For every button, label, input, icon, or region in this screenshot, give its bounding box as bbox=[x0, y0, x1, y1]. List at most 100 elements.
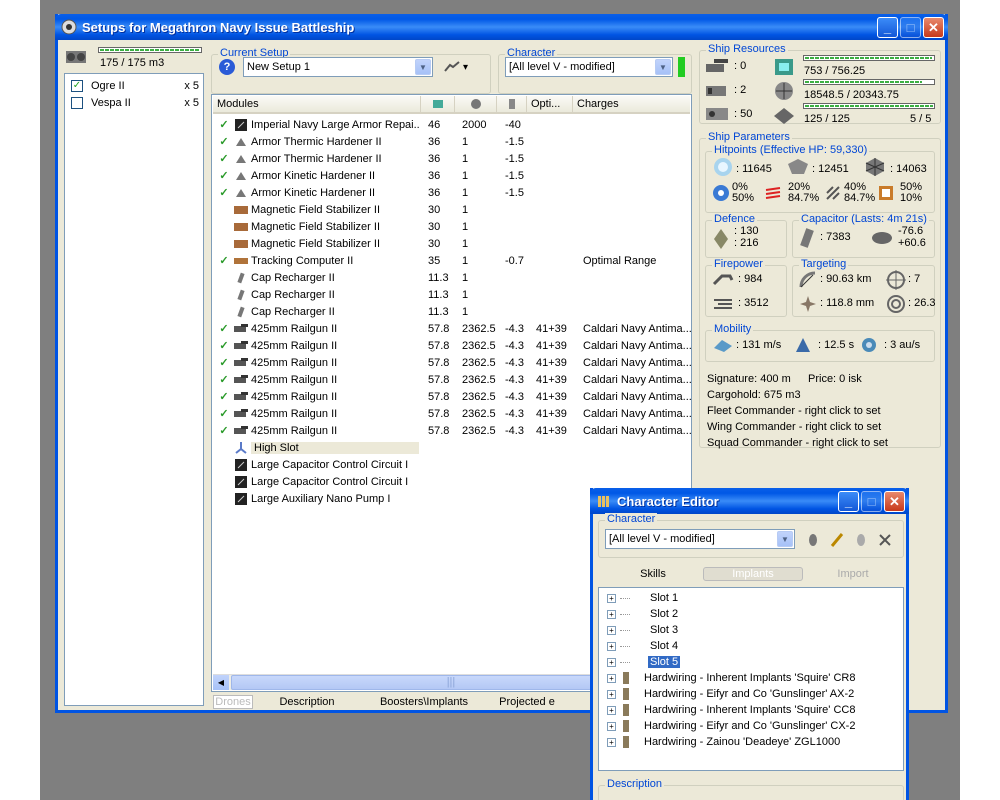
drone-item[interactable]: ✓ Ogre II x 5 bbox=[71, 78, 199, 94]
module-active-check[interactable]: ✓ bbox=[217, 424, 231, 437]
module-row[interactable]: ✓ Tracking Computer II 35 1 -0.7 Optimal Rang… bbox=[213, 252, 691, 269]
fleet-commander[interactable]: Fleet Commander - right click to set bbox=[707, 405, 881, 417]
implant-tree-node[interactable]: + Hardwiring - Eifyr and Co 'Gunslinger' … bbox=[607, 686, 856, 702]
module-active-check[interactable]: ✓ bbox=[217, 152, 231, 165]
module-row[interactable]: ✓ Imperial Navy Large Armor Repai... 46 200… bbox=[213, 116, 691, 133]
col-optimal[interactable]: Opti... bbox=[527, 96, 573, 112]
implant-tree-node[interactable]: + Slot 3 bbox=[607, 622, 680, 638]
implant-tree-node[interactable]: + Hardwiring - Zainou 'Deadeye' ZGL1000 bbox=[607, 734, 842, 750]
module-row[interactable]: ✓ 425mm Railgun II 57.8 2362.5 -4.3 41+39 Cald… bbox=[213, 371, 691, 388]
module-active-check[interactable]: ✓ bbox=[217, 339, 231, 352]
copy-character-icon[interactable] bbox=[853, 532, 869, 551]
module-active-check[interactable]: ✓ bbox=[217, 254, 231, 267]
help-icon[interactable]: ? bbox=[219, 59, 235, 75]
expand-icon[interactable]: + bbox=[607, 689, 616, 699]
module-active-check[interactable]: ✓ bbox=[217, 407, 231, 420]
col-modules[interactable]: Modules bbox=[213, 96, 421, 112]
squad-commander[interactable]: Squad Commander - right click to set bbox=[707, 437, 888, 449]
module-row[interactable]: ✓ Armor Kinetic Hardener II 36 1 -1.5 bbox=[213, 184, 691, 201]
implant-tree-node[interactable]: + Hardwiring - Inherent Implants 'Squire'… bbox=[607, 670, 857, 686]
module-row[interactable]: ✓ 425mm Railgun II 57.8 2362.5 -4.3 41+39 Cald… bbox=[213, 405, 691, 422]
module-active-check[interactable]: ✓ bbox=[217, 390, 231, 403]
expand-icon[interactable]: + bbox=[607, 609, 616, 619]
col-powergrid-icon[interactable] bbox=[455, 96, 497, 112]
module-icon bbox=[233, 492, 249, 506]
module-row[interactable]: ✓ Armor Kinetic Hardener II 36 1 -1.5 bbox=[213, 167, 691, 184]
tab-boosters-implants[interactable]: Boosters\Implants bbox=[361, 696, 487, 708]
module-row[interactable]: Magnetic Field Stabilizer II 30 1 bbox=[213, 218, 691, 235]
implant-tree-node[interactable]: + Slot 4 bbox=[607, 638, 680, 654]
implant-tree-node[interactable]: + Slot 2 bbox=[607, 606, 680, 622]
implant-tree-node[interactable]: + Slot 5 bbox=[607, 654, 681, 670]
module-row[interactable]: ✓ 425mm Railgun II 57.8 2362.5 -4.3 41+39 Cald… bbox=[213, 388, 691, 405]
module-row[interactable]: Cap Recharger II 11.3 1 bbox=[213, 269, 691, 286]
chevron-down-icon[interactable]: ▼ bbox=[777, 531, 793, 547]
wing-commander[interactable]: Wing Commander - right click to set bbox=[707, 421, 881, 433]
rename-character-icon[interactable] bbox=[829, 532, 845, 551]
minimize-button[interactable]: _ bbox=[877, 17, 898, 38]
tab-skills[interactable]: Skills bbox=[603, 568, 703, 580]
character-editor-titlebar[interactable]: Character Editor _ □ ✕ bbox=[590, 488, 909, 514]
expand-icon[interactable]: + bbox=[607, 737, 616, 747]
expand-icon[interactable]: + bbox=[607, 625, 616, 635]
checkbox-checked[interactable]: ✓ bbox=[71, 80, 83, 92]
module-row[interactable]: ✓ 425mm Railgun II 57.8 2362.5 -4.3 41+39 Cald… bbox=[213, 337, 691, 354]
module-row[interactable]: Magnetic Field Stabilizer II 30 1 bbox=[213, 201, 691, 218]
close-button[interactable]: ✕ bbox=[923, 17, 944, 38]
delete-character-icon[interactable] bbox=[877, 532, 893, 551]
expand-icon[interactable]: + bbox=[607, 721, 616, 731]
expand-icon[interactable]: + bbox=[607, 641, 616, 651]
checkbox-unchecked[interactable] bbox=[71, 97, 83, 109]
maximize-button[interactable]: □ bbox=[861, 491, 882, 512]
character-select[interactable]: [All level V - modified] ▼ bbox=[505, 57, 673, 77]
dps-icon bbox=[712, 270, 734, 293]
module-row[interactable]: Cap Recharger II 11.3 1 bbox=[213, 303, 691, 320]
module-row[interactable]: ✓ 425mm Railgun II 57.8 2362.5 -4.3 41+39 Cald… bbox=[213, 320, 691, 337]
chevron-down-icon[interactable]: ▼ bbox=[655, 59, 671, 75]
module-row[interactable]: Cap Recharger II 11.3 1 bbox=[213, 286, 691, 303]
col-cpu-icon[interactable] bbox=[421, 96, 455, 112]
minimize-button[interactable]: _ bbox=[838, 491, 859, 512]
maximize-button[interactable]: □ bbox=[900, 17, 921, 38]
module-row[interactable]: Magnetic Field Stabilizer II 30 1 bbox=[213, 235, 691, 252]
close-button[interactable]: ✕ bbox=[884, 491, 905, 512]
tab-description[interactable]: Description bbox=[253, 696, 361, 708]
setup-options-button[interactable]: ▾ bbox=[444, 59, 474, 75]
ce-character-select[interactable]: [All level V - modified] ▼ bbox=[605, 529, 795, 549]
col-capacitor-icon[interactable] bbox=[497, 96, 527, 112]
implant-tree-node[interactable]: + Slot 1 bbox=[607, 590, 680, 606]
module-active-check[interactable]: ✓ bbox=[217, 373, 231, 386]
defence-value-1: : 130 bbox=[734, 225, 759, 237]
module-row[interactable]: ✓ 425mm Railgun II 57.8 2362.5 -4.3 41+39 Cald… bbox=[213, 354, 691, 371]
drone-qty: x 5 bbox=[184, 80, 199, 92]
module-active-check[interactable]: ✓ bbox=[217, 135, 231, 148]
module-active-check[interactable]: ✓ bbox=[217, 356, 231, 369]
chevron-down-icon[interactable]: ▼ bbox=[415, 59, 431, 75]
module-active-check[interactable]: ✓ bbox=[217, 186, 231, 199]
scroll-left-button[interactable]: ◀ bbox=[213, 675, 229, 690]
implant-tree-node[interactable]: + Hardwiring - Inherent Implants 'Squire'… bbox=[607, 702, 857, 718]
tab-implants[interactable]: Implants bbox=[703, 567, 803, 581]
module-row[interactable]: Large Capacitor Control Circuit I bbox=[213, 456, 691, 473]
tab-import[interactable]: Import bbox=[803, 568, 903, 580]
module-active-check[interactable]: ✓ bbox=[217, 322, 231, 335]
module-row[interactable]: High Slot bbox=[213, 439, 691, 456]
module-active-check[interactable]: ✓ bbox=[217, 169, 231, 182]
expand-icon[interactable]: + bbox=[607, 705, 616, 715]
setup-select[interactable]: New Setup 1 ▼ bbox=[243, 57, 433, 77]
tab-projected[interactable]: Projected e bbox=[487, 696, 567, 708]
tab-drones[interactable]: Drones bbox=[213, 695, 253, 709]
module-icon bbox=[233, 118, 249, 132]
implant-tree-node[interactable]: + Hardwiring - Eifyr and Co 'Gunslinger' … bbox=[607, 718, 857, 734]
expand-icon[interactable]: + bbox=[607, 593, 616, 603]
expand-icon[interactable]: + bbox=[607, 657, 616, 667]
setups-titlebar[interactable]: Setups for Megathron Navy Issue Battlesh… bbox=[55, 14, 948, 40]
drone-item[interactable]: Vespa II x 5 bbox=[71, 95, 199, 111]
col-charges[interactable]: Charges bbox=[573, 96, 683, 112]
module-row[interactable]: ✓ Armor Thermic Hardener II 36 1 -1.5 bbox=[213, 150, 691, 167]
new-character-icon[interactable] bbox=[805, 532, 821, 551]
module-row[interactable]: ✓ Armor Thermic Hardener II 36 1 -1.5 bbox=[213, 133, 691, 150]
expand-icon[interactable]: + bbox=[607, 673, 616, 683]
module-row[interactable]: ✓ 425mm Railgun II 57.8 2362.5 -4.3 41+39 Cald… bbox=[213, 422, 691, 439]
module-active-check[interactable]: ✓ bbox=[217, 118, 231, 131]
